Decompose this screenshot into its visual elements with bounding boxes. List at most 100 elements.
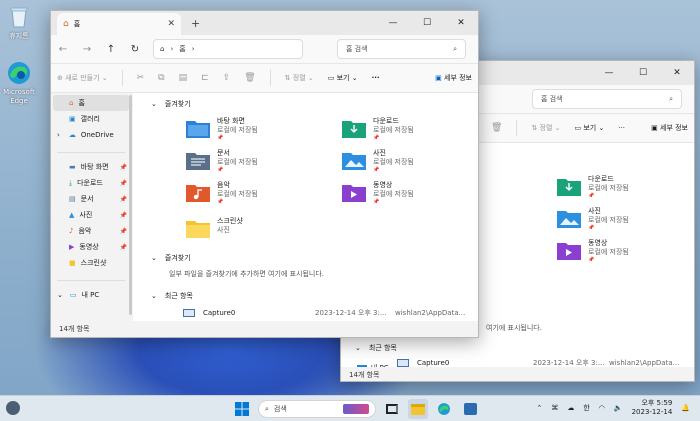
recent-header[interactable]: ⌄ 최근 항목 [151, 289, 193, 303]
minimize-icon[interactable]: — [376, 18, 410, 28]
quick-item-downloads[interactable]: 다운로드 로컬에 저장됨 📌 [341, 117, 414, 142]
sidebar-item-screenshots[interactable]: ■ 스크린샷 [51, 255, 131, 271]
quick-item-name: 음악 [217, 181, 230, 189]
back-details-label: 세부 정보 [660, 124, 688, 132]
taskbar-app-edge[interactable] [434, 399, 454, 419]
pin-icon: 📌 [119, 179, 127, 187]
back-minimize-icon[interactable]: — [592, 68, 626, 78]
back-arrow-icon[interactable]: ← [57, 44, 69, 55]
taskbar: ⌕ 검색 ⌃ ⌘ ☁ 한 ◠ 🔈 오후 5:59 2023-12-14 🔔 [0, 395, 700, 421]
recent-row[interactable]: Capture0 2023-12-14 오후 3:... wishlan2\Ap… [183, 307, 478, 319]
cut-icon[interactable]: ✂ [137, 73, 145, 83]
quick-item-music[interactable]: 음악 로컬에 저장됨 📌 [185, 181, 258, 206]
address-bar[interactable]: ⌂ › 홈 › [153, 39, 303, 59]
back-quick-item-pictures[interactable]: 사진 로컬에 저장됨 📌 [556, 207, 629, 232]
sidebar-item-pictures[interactable]: ▲ 사진 📌 [51, 207, 131, 223]
wifi-icon[interactable]: ◠ [599, 404, 605, 412]
close-icon[interactable]: ✕ [444, 18, 478, 28]
back-more-button[interactable]: ··· [618, 124, 625, 132]
task-view-button[interactable] [382, 399, 402, 419]
taskbar-app-file-explorer[interactable] [408, 399, 428, 419]
taskbar-app-store[interactable] [460, 399, 480, 419]
back-recent-header[interactable]: ⌄ 최근 항목 [355, 341, 397, 355]
sidebar-item-downloads[interactable]: ⤓ 다운로드 📌 [51, 175, 131, 191]
back-delete-icon[interactable]: 🗑 [491, 123, 502, 133]
favorites-header[interactable]: ⌄ 즐겨찾기 [151, 251, 191, 265]
delete-icon[interactable]: 🗑 [244, 73, 255, 83]
rename-icon[interactable]: ⊏ [201, 73, 209, 83]
quick-item-documents[interactable]: 문서 로컬에 저장됨 📌 [185, 149, 258, 174]
cloud-icon[interactable]: ☁ [567, 404, 574, 412]
start-button[interactable] [232, 399, 252, 419]
sidebar-item-label: 문서 [80, 195, 94, 203]
tab-close-icon[interactable]: ✕ [167, 19, 175, 29]
ime-indicator[interactable]: 한 [583, 403, 589, 413]
clock-time: 오후 5:59 [641, 399, 673, 407]
sidebar-item-music[interactable]: ♪ 음악 📌 [51, 223, 131, 239]
quick-item-loc: 로컬에 저장됨 [217, 126, 258, 134]
breadcrumb-home[interactable]: 홈 [179, 44, 185, 54]
up-arrow-icon[interactable]: ↑ [105, 44, 117, 55]
share-icon[interactable]: ⇪ [223, 73, 231, 83]
back-view-button[interactable]: ▭ 보기 ⌄ [575, 123, 605, 133]
new-tab-icon[interactable]: + [191, 17, 200, 30]
more-button[interactable]: ··· [372, 74, 380, 82]
music-folder-icon [186, 185, 210, 202]
back-search-box[interactable]: 홈 검색 ⌕ [532, 89, 682, 109]
new-button[interactable]: ⊕ 새로 만들기 ⌄ [57, 73, 108, 83]
sidebar-item-documents[interactable]: ▤ 문서 📌 [51, 191, 131, 207]
search-box[interactable]: 홈 검색 ⌕ [337, 39, 466, 59]
cloud-icon: ☁ [68, 131, 76, 139]
back-quick-item-name: 동영상 [588, 239, 608, 247]
back-quick-item-downloads[interactable]: 다운로드 로컬에 저장됨 📌 [556, 175, 629, 200]
sidebar-item-label: 스크린샷 [80, 259, 107, 267]
back-sort-button[interactable]: ⇅ 정렬 ⌄ [531, 123, 560, 133]
taskbar-search[interactable]: ⌕ 검색 [258, 400, 376, 418]
search-highlight-icon [343, 404, 369, 414]
quick-item-loc: 로컬에 저장됨 [373, 126, 414, 134]
quick-item-desktop[interactable]: 바탕 화면 로컬에 저장됨 📌 [185, 117, 258, 142]
sidebar-item-desktop[interactable]: ▬ 바탕 화면 📌 [51, 159, 131, 175]
copy-icon[interactable]: ⧉ [158, 73, 164, 83]
pin-icon: 📌 [119, 195, 127, 203]
back-maximize-icon[interactable]: ☐ [626, 68, 660, 78]
sidebar-item-this-pc[interactable]: ⌄ ▭ 내 PC [51, 287, 131, 303]
sidebar-item-videos[interactable]: ▶ 동영상 📌 [51, 239, 131, 255]
sidebar-item-onedrive[interactable]: › ☁ OneDrive [51, 127, 131, 143]
explorer-window-front[interactable]: ⌂ 홈 ✕ + — ☐ ✕ ← → ↑ ↻ ⌂ › 홈 › 홈 검색 ⌕ ⊕ 새… [50, 10, 479, 338]
back-recent-row[interactable]: Capture0 2023-12-14 오후 3:... wishlan2\Ap… [397, 359, 694, 367]
refresh-icon[interactable]: ↻ [129, 44, 141, 55]
recycle-bin-shortcut[interactable]: 휴지통 [0, 4, 42, 41]
sidebar-item-gallery[interactable]: ▣ 갤러리 [51, 111, 131, 127]
back-close-icon[interactable]: ✕ [660, 68, 694, 78]
maximize-icon[interactable]: ☐ [410, 18, 444, 28]
quick-item-screenshots[interactable]: 스크린샷 사진 [185, 217, 243, 239]
back-details-button[interactable]: ▣ 세부 정보 [651, 123, 688, 133]
network-icon[interactable]: ⌘ [551, 404, 558, 412]
forward-arrow-icon[interactable]: → [81, 44, 93, 55]
sidebar-item-home[interactable]: ⌂ 홈 [53, 95, 129, 111]
document-icon: ▤ [69, 195, 76, 203]
edge-shortcut[interactable]: Microsoft Edge [0, 60, 42, 106]
file-explorer-icon [411, 403, 425, 415]
volume-icon[interactable]: 🔈 [614, 404, 623, 412]
back-quick-item-videos[interactable]: 동영상 로컬에 저장됨 📌 [556, 239, 629, 264]
quick-item-videos[interactable]: 동영상 로컬에 저장됨 📌 [341, 181, 414, 206]
navigation-pane: ⌂ 홈 ▣ 갤러리 › ☁ OneDrive ▬ 바탕 화면 📌 ⤓ 다운로드 … [51, 93, 131, 321]
main-pane: ⌄ 즐겨찾기 바탕 화면 로컬에 저장됨 📌 다운로드 로컬에 저장됨 📌 문서… [133, 93, 478, 321]
details-button[interactable]: ▣ 세부 정보 [435, 73, 472, 83]
view-button[interactable]: ▭ 보기 ⌄ [328, 73, 358, 83]
favorites-empty-text: 일부 파일을 즐겨찾기에 추가하면 여기에 표시됩니다. [169, 270, 325, 278]
tab-home[interactable]: ⌂ 홈 ✕ [57, 13, 181, 35]
widgets-icon[interactable] [6, 401, 20, 415]
quick-access-header[interactable]: ⌄ 즐겨찾기 [151, 97, 191, 111]
chevron-up-icon[interactable]: ⌃ [536, 404, 542, 412]
sidebar-scrollbar[interactable] [129, 95, 132, 315]
sort-button[interactable]: ⇅ 정렬 ⌄ [285, 73, 314, 83]
toolbar-separator [121, 70, 123, 86]
desktop-folder-icon: ▬ [69, 163, 76, 171]
clock[interactable]: 오후 5:59 2023-12-14 [632, 399, 673, 417]
quick-item-pictures[interactable]: 사진 로컬에 저장됨 📌 [341, 149, 414, 174]
notification-icon[interactable]: 🔔 [681, 404, 690, 412]
paste-icon[interactable]: ▤ [179, 73, 188, 83]
